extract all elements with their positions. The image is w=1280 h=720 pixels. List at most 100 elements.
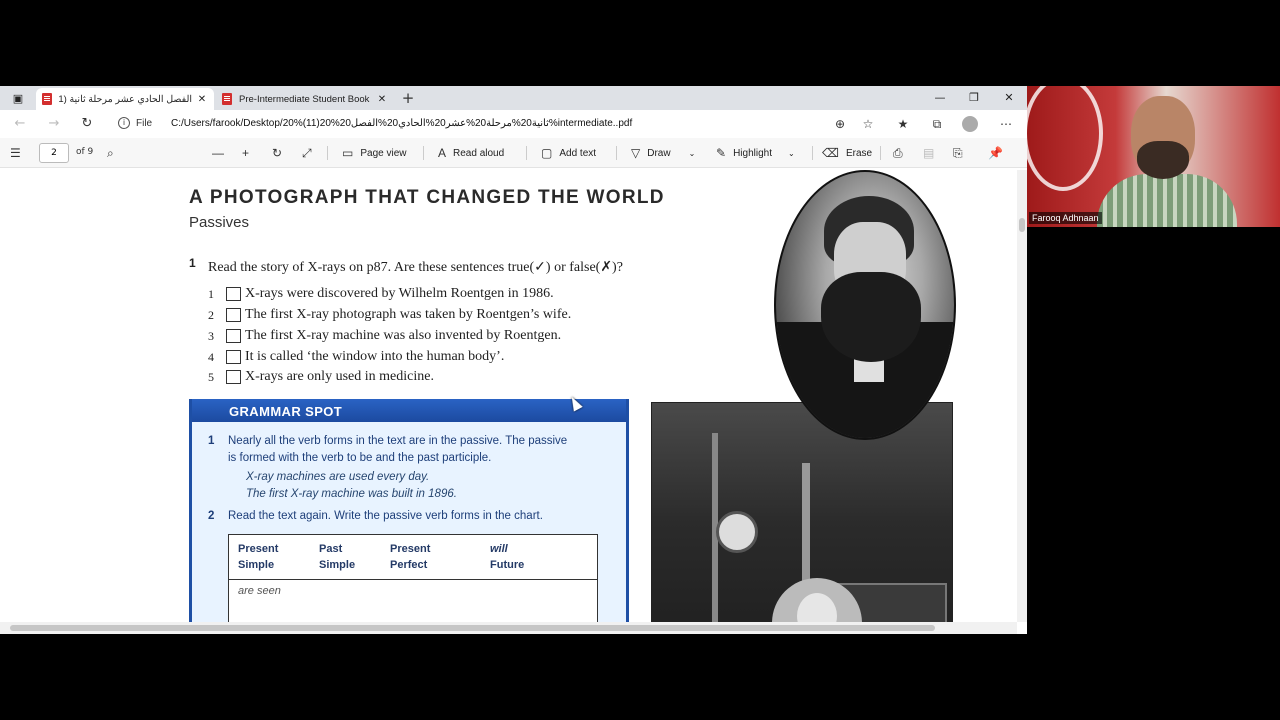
grammar-spot-header: GRAMMAR SPOT — [192, 399, 626, 422]
new-tab-button[interactable]: + — [399, 89, 417, 107]
add-favorite-icon[interactable]: ☆ — [859, 115, 877, 133]
erase-label: Erase — [845, 147, 873, 159]
checkbox-icon — [226, 370, 241, 384]
list-item: 2 The first X-ray photograph was taken b… — [208, 307, 571, 323]
pdf-icon — [42, 93, 52, 105]
checkbox-icon — [226, 308, 241, 322]
page-number-input[interactable]: 2 — [39, 143, 69, 163]
read-aloud-button[interactable]: A Read aloud — [438, 144, 504, 162]
close-tab-icon[interactable]: ✕ — [376, 94, 388, 105]
refresh-icon[interactable]: ↻ — [78, 115, 96, 133]
divider — [616, 146, 617, 160]
more-menu-icon[interactable]: ⋯ — [997, 115, 1015, 133]
tab-inactive[interactable]: Pre-Intermediate Student Book ( ✕ — [216, 88, 394, 110]
list-item: 5 X-rays are only used in medicine. — [208, 369, 434, 385]
read-aloud-label: Read aloud — [453, 147, 505, 159]
table-cell: are seen — [238, 585, 281, 597]
close-tab-icon[interactable]: ✕ — [196, 94, 208, 105]
divider — [526, 146, 527, 160]
chevron-down-icon[interactable]: ⌄ — [788, 149, 795, 158]
screen: ▣ الفصل الحادي عشر مرحلة ثانية (11) ✕ Pr… — [0, 0, 1280, 720]
page-view-button[interactable]: ▭ Page view — [342, 144, 406, 162]
participant-name: Farooq Adhnaan — [1029, 212, 1102, 224]
address-bar: ← → ↻ i File C:/Users/farook/Desktop/20%… — [0, 110, 1027, 138]
close-window-button[interactable]: ✕ — [992, 88, 1026, 108]
checkbox-icon — [226, 287, 241, 301]
forward-icon[interactable]: → — [45, 115, 63, 133]
item-text: X-rays are only used in medicine. — [245, 369, 434, 384]
favorites-icon[interactable]: ★ — [894, 115, 912, 133]
restore-button[interactable]: ❐ — [957, 88, 991, 108]
save-as-icon[interactable]: ⎘ — [953, 144, 970, 162]
minimize-button[interactable]: — — [923, 88, 957, 108]
add-text-label: Add text — [559, 147, 597, 159]
item-number: 5 — [208, 369, 214, 384]
draw-icon: ▽ — [631, 146, 641, 160]
tab-actions-icon[interactable]: ▣ — [9, 90, 27, 106]
profile-avatar[interactable] — [962, 116, 978, 132]
pin-toolbar-icon[interactable]: 📌 — [988, 144, 1010, 162]
browser-window: ▣ الفصل الحادي عشر مرحلة ثانية (11) ✕ Pr… — [0, 86, 1027, 634]
print-icon[interactable]: ⎙ — [893, 144, 910, 162]
divider — [423, 146, 424, 160]
item-number: 2 — [208, 307, 214, 322]
fit-page-icon[interactable]: ⤢ — [302, 144, 319, 162]
grammar-example: X-ray machines are used every day. — [246, 471, 430, 483]
erase-button[interactable]: ⌫ Erase — [822, 144, 872, 162]
grammar-example: The first X-ray machine was built in 189… — [246, 488, 457, 500]
highlight-icon: ✎ — [716, 146, 727, 160]
tab-active[interactable]: الفصل الحادي عشر مرحلة ثانية (11) ✕ — [36, 88, 214, 110]
tab-label: الفصل الحادي عشر مرحلة ثانية (11) — [59, 93, 192, 105]
pdf-icon — [222, 93, 232, 105]
pdf-page: A PHOTOGRAPH THAT CHANGED THE WORLD Pass… — [8, 170, 956, 622]
passive-chart-table: Present Simple Past Simple Present Perfect … — [228, 534, 598, 622]
divider — [812, 146, 813, 160]
draw-label: Draw — [647, 147, 671, 159]
pdf-toolbar: ☰ 2 of 9 ⌕ — + ↻ ⤢ ▭ Page view A Read alou… — [0, 138, 1027, 168]
item-text: It is called ‘the window into the human … — [245, 349, 505, 364]
add-text-button[interactable]: ▢ Add text — [541, 144, 596, 162]
chevron-down-icon[interactable]: ⌄ — [689, 149, 696, 158]
grammar-spot-title: GRAMMAR SPOT — [229, 404, 343, 419]
item-number: 3 — [208, 328, 214, 343]
grammar-text: is formed with the verb to be and the pa… — [228, 452, 492, 464]
item-number: 1 — [208, 286, 214, 301]
collections-icon[interactable]: ⧉ — [928, 115, 946, 133]
roentgen-portrait-photo — [774, 170, 956, 440]
info-icon: i — [118, 117, 130, 129]
table-header: Past Simple — [319, 543, 356, 571]
read-aloud-icon: A — [438, 146, 447, 160]
contents-icon[interactable]: ☰ — [10, 144, 28, 162]
page-title: A PHOTOGRAPH THAT CHANGED THE WORLD — [189, 187, 665, 208]
highlight-button[interactable]: ✎ Highlight ⌄ — [716, 144, 795, 162]
draw-button[interactable]: ▽ Draw ⌄ — [631, 144, 695, 162]
item-text: The first X-ray machine was also invente… — [245, 328, 562, 343]
zoom-in-icon[interactable]: + — [242, 144, 256, 162]
page-subtitle: Passives — [189, 214, 250, 231]
checkbox-icon — [226, 350, 241, 364]
divider — [880, 146, 881, 160]
scroll-thumb[interactable] — [1019, 218, 1025, 232]
search-icon[interactable]: ⌕ — [107, 144, 121, 162]
save-icon[interactable]: ▤ — [923, 144, 941, 162]
grammar-point-number: 2 — [208, 510, 215, 522]
back-icon[interactable]: ← — [11, 115, 29, 133]
site-info[interactable]: i File — [118, 117, 152, 129]
url-text[interactable]: C:/Users/farook/Desktop/20%(11)20%ثانية2… — [171, 118, 632, 129]
scroll-thumb[interactable] — [10, 625, 935, 631]
grammar-text: Nearly all the verb forms in the text ar… — [228, 435, 568, 447]
horizontal-scrollbar[interactable] — [0, 622, 1017, 634]
grammar-text: Read the text again. Write the passive v… — [228, 510, 543, 522]
tab-label: Pre-Intermediate Student Book ( — [239, 93, 372, 105]
page-view-icon: ▭ — [342, 146, 354, 160]
file-label: File — [136, 117, 153, 129]
zoom-icon[interactable]: ⊕ — [831, 115, 849, 133]
vertical-scrollbar[interactable] — [1017, 170, 1027, 622]
pdf-viewport[interactable]: A PHOTOGRAPH THAT CHANGED THE WORLD Pass… — [0, 170, 1017, 622]
zoom-out-icon[interactable]: — — [212, 144, 231, 162]
highlight-label: Highlight — [733, 147, 772, 159]
add-text-icon: ▢ — [541, 146, 553, 160]
table-header: Present Simple — [238, 543, 279, 571]
table-header: Present Perfect — [390, 543, 431, 571]
rotate-icon[interactable]: ↻ — [272, 144, 289, 162]
